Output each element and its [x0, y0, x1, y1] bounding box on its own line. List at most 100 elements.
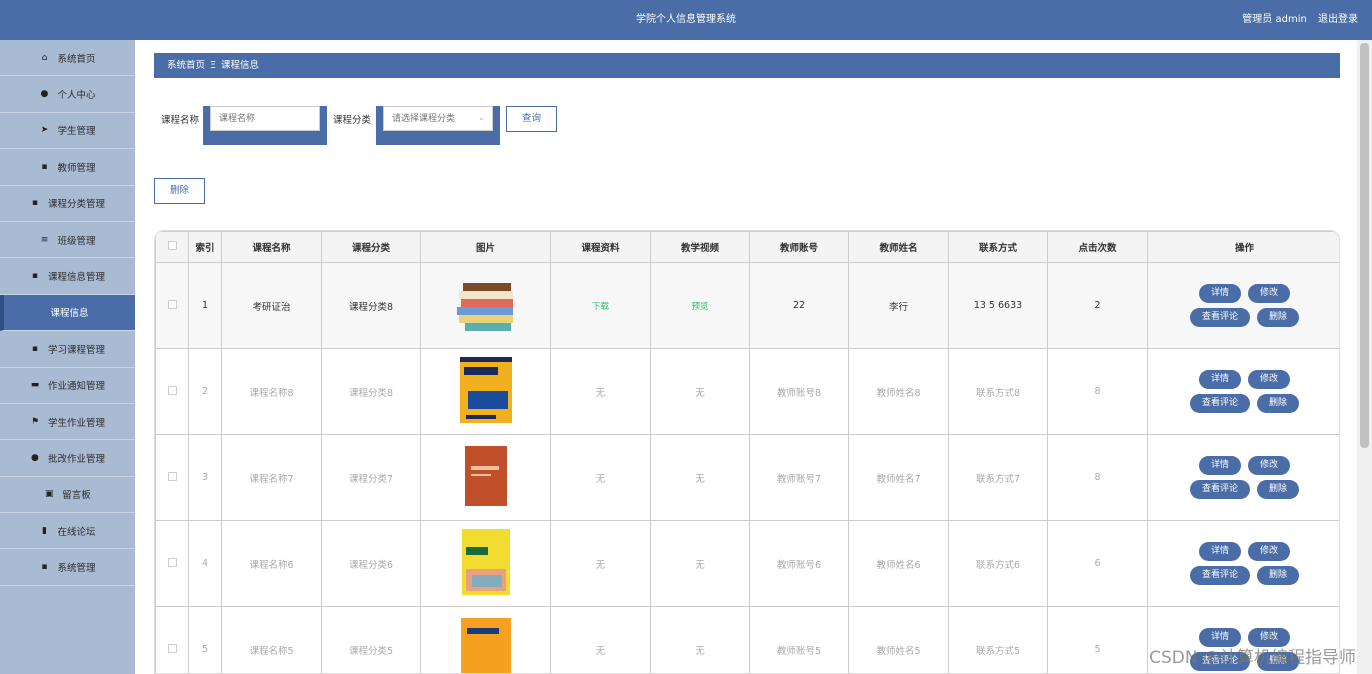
- delete-button[interactable]: 删除: [154, 178, 205, 204]
- scrollbar-thumb[interactable]: [1360, 43, 1369, 448]
- sidebar-item-0[interactable]: ⌂ 系统首页: [0, 40, 135, 77]
- sidebar-item-2[interactable]: ➤ 学生管理: [0, 113, 135, 150]
- sidebar-item-9[interactable]: ▬ 作业通知管理: [0, 368, 135, 404]
- material-link: 无: [595, 645, 606, 657]
- sidebar-item-14[interactable]: ▪ 系统管理: [0, 549, 135, 586]
- sidebar-item-label: 系统管理: [57, 563, 96, 575]
- cell-actions: 详情 修改查看评论 删除: [1147, 262, 1339, 349]
- sidebar-item-3[interactable]: ▪ 教师管理: [0, 149, 135, 186]
- logout-link[interactable]: 退出登录: [1318, 14, 1358, 25]
- row-delete-button[interactable]: 删除: [1257, 394, 1300, 413]
- sidebar-item-6[interactable]: ▪ 课程信息管理: [0, 258, 135, 295]
- cell-teacher-account: 教师账号5: [749, 606, 849, 673]
- sidebar-item-4[interactable]: ▪ 课程分类管理: [0, 186, 135, 222]
- row-checkbox[interactable]: [167, 385, 177, 395]
- course-category-select-frame: ⌄: [376, 106, 500, 145]
- row-delete-button[interactable]: 删除: [1257, 308, 1300, 327]
- sidebar-item-1[interactable]: ● 个人中心: [0, 76, 135, 113]
- cell-contact: 联系方式7: [948, 434, 1048, 521]
- cell-select: [155, 434, 189, 521]
- cell-course-category: 课程分类8: [321, 262, 421, 349]
- row-checkbox[interactable]: [167, 299, 177, 309]
- cell-course-category: 课程分类7: [321, 434, 421, 521]
- cell-material: 下载: [550, 262, 651, 349]
- row-delete-button[interactable]: 删除: [1257, 566, 1300, 585]
- cell-image: [420, 262, 551, 349]
- edit-button[interactable]: 修改: [1248, 284, 1291, 303]
- column-header: 课程名称: [221, 231, 322, 263]
- material-link[interactable]: 下载: [592, 302, 609, 312]
- cell-clicks: 6: [1047, 520, 1148, 607]
- sidebar-item-8[interactable]: ▪ 学习课程管理: [0, 331, 135, 368]
- cell-course-name: 课程名称5: [221, 606, 322, 673]
- row-actions: 详情 修改查看评论 删除: [1148, 370, 1339, 413]
- sidebar-item-12[interactable]: ▣ 留言板: [0, 477, 135, 514]
- header-user-area: 管理员 admin 退出登录: [1234, 0, 1358, 40]
- cell-course-category: 课程分类5: [321, 606, 421, 673]
- table-row[interactable]: 2 课程名称8 课程分类8 无无教师账号8 教师姓名8 联系方式8 8 详情 修改 查看评论 删除: [155, 348, 1339, 435]
- cell-teacher-name: 教师姓名6: [848, 520, 949, 607]
- sidebar-item-label: 批改作业管理: [47, 453, 105, 465]
- grid-icon: ▪: [31, 198, 39, 209]
- sidebar-item-5[interactable]: ≡ 班级管理: [0, 222, 135, 259]
- detail-button[interactable]: 详情: [1198, 370, 1241, 389]
- column-header: 联系方式: [948, 231, 1048, 263]
- cell-video: 无: [650, 434, 750, 521]
- table-row[interactable]: 1 考研证治 课程分类8 下载 预览 22 李行 13 5 6633 2 详情 修改 查看评论 删除: [155, 262, 1339, 349]
- cell-index: 5: [188, 606, 222, 673]
- cell-index: 4: [188, 520, 222, 607]
- edit-button[interactable]: 修改: [1248, 370, 1291, 389]
- column-header: 教师账号: [749, 231, 849, 263]
- select-all-header: [155, 231, 189, 263]
- video-link: 无: [695, 473, 705, 485]
- video-link[interactable]: 预览: [691, 302, 708, 312]
- pin-icon: ●: [31, 452, 39, 463]
- cell-actions: 详情 修改查看评论 删除: [1147, 520, 1339, 607]
- course-table: 索引 课程名称 课程分类 图片 课程资料 教学视频 教师账号 教师姓名 联系方式 点击次数 操作 1…: [155, 231, 1339, 673]
- cell-teacher-name: 教师姓名8: [848, 348, 949, 435]
- view-comments-button[interactable]: 查看评论: [1189, 480, 1250, 499]
- course-name-input[interactable]: [210, 106, 320, 131]
- view-comments-button[interactable]: 查看评论: [1189, 394, 1250, 413]
- view-comments-button[interactable]: 查看评论: [1189, 308, 1250, 327]
- breadcrumb-separator: Ξ: [210, 60, 217, 71]
- view-comments-button[interactable]: 查看评论: [1189, 566, 1250, 585]
- sidebar-item-label: 课程信息管理: [47, 272, 105, 284]
- cell-video: 无: [650, 348, 750, 435]
- detail-button[interactable]: 详情: [1198, 542, 1241, 561]
- course-category-select[interactable]: [383, 106, 493, 131]
- cell-course-name: 课程名称6: [221, 520, 322, 607]
- sidebar-item-11[interactable]: ● 批改作业管理: [0, 440, 135, 477]
- sidebar-item-label: 教师管理: [57, 162, 96, 174]
- select-all-checkbox[interactable]: [167, 241, 177, 250]
- cell-material: 无: [550, 348, 651, 435]
- course-cover-image: [461, 529, 510, 598]
- trash-icon: ▣: [44, 489, 54, 500]
- home-icon: ⌂: [41, 52, 48, 63]
- flag-icon: ⚑: [30, 416, 40, 427]
- course-cover-image: [459, 357, 512, 426]
- sidebar-item-label: 个人中心: [57, 90, 96, 102]
- cell-course-category: 课程分类8: [321, 348, 421, 435]
- edit-button[interactable]: 修改: [1248, 456, 1291, 475]
- sidebar-item-7[interactable]: 课程信息: [0, 294, 135, 332]
- page-scrollbar[interactable]: [1357, 40, 1372, 674]
- query-button[interactable]: 查询: [506, 106, 557, 132]
- cell-teacher-name: 教师姓名5: [848, 606, 949, 673]
- table-row[interactable]: 4 课程名称6 课程分类6 无无教师账号6 教师姓名6 联系方式6 6 详情 修改 查看评论 删除: [155, 520, 1339, 607]
- sidebar-item-13[interactable]: ▮ 在线论坛: [0, 513, 135, 550]
- breadcrumb-home[interactable]: 系统首页: [167, 60, 205, 71]
- detail-button[interactable]: 详情: [1198, 456, 1241, 475]
- table-row[interactable]: 3 课程名称7 课程分类7 无无教师账号7 教师姓名7 联系方式7 8 详情 修改 查看评论 删除: [155, 434, 1339, 521]
- cell-contact: 13 5 6633: [948, 262, 1048, 349]
- sidebar-item-10[interactable]: ⚑ 学生作业管理: [0, 404, 135, 441]
- row-checkbox[interactable]: [167, 471, 177, 481]
- row-checkbox[interactable]: [167, 557, 177, 567]
- column-header: 图片: [420, 231, 551, 263]
- cell-teacher-account: 教师账号7: [749, 434, 849, 521]
- row-delete-button[interactable]: 删除: [1257, 480, 1300, 499]
- cell-teacher-name: 教师姓名7: [848, 434, 949, 521]
- edit-button[interactable]: 修改: [1248, 542, 1291, 561]
- detail-button[interactable]: 详情: [1198, 284, 1241, 303]
- row-checkbox[interactable]: [167, 643, 177, 653]
